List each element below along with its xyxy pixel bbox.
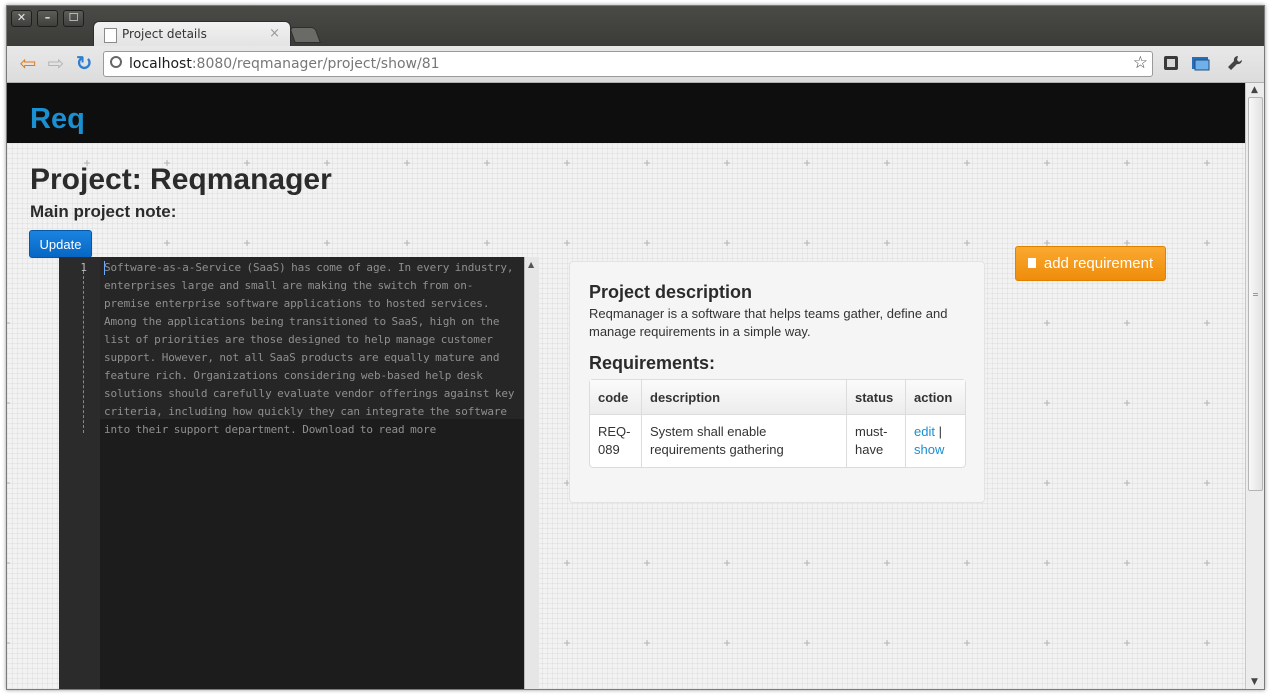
tab-title: Project details [122, 27, 207, 41]
action-separator: | [938, 424, 942, 439]
bookmark-star-icon[interactable]: ☆ [1133, 53, 1148, 73]
back-icon[interactable]: ⇦ [17, 52, 39, 74]
column-header-action: action [905, 380, 965, 415]
editor-content[interactable]: Software-as-a-Service (SaaS) has come of… [104, 259, 516, 439]
update-button[interactable]: Update [29, 230, 92, 258]
note-code-editor[interactable]: 1 Software-as-a-Service (SaaS) has come … [59, 257, 539, 689]
grip-icon [1253, 293, 1258, 296]
column-header-code: code [590, 380, 641, 415]
editor-text-area[interactable]: Software-as-a-Service (SaaS) has come of… [100, 257, 524, 689]
top-navbar: Req [7, 83, 1245, 143]
add-requirement-button[interactable]: add requirement [1015, 246, 1166, 281]
browser-window: ✕ – ☐ Project details × ⇦ ⇨ ↻ localhost:… [6, 5, 1265, 690]
table-header-row: code description status action [590, 380, 965, 415]
reload-icon[interactable]: ↻ [73, 52, 95, 74]
scroll-up-arrow-icon[interactable]: ▲ [1251, 85, 1258, 95]
column-header-status: status [846, 380, 905, 415]
document-icon [104, 28, 117, 43]
address-bar[interactable]: localhost:8080/reqmanager/project/show/8… [103, 51, 1153, 77]
requirement-code: REQ-089 [598, 424, 631, 457]
scroll-up-icon[interactable]: ▲ [528, 260, 534, 269]
description-heading: Project description [589, 282, 753, 302]
new-tab-button[interactable] [289, 27, 321, 43]
show-link[interactable]: show [914, 442, 944, 457]
address-url: localhost:8080/reqmanager/project/show/8… [129, 56, 440, 72]
file-icon [1027, 258, 1036, 268]
window-close-button[interactable]: ✕ [11, 10, 32, 27]
wrench-icon[interactable] [1225, 54, 1245, 74]
project-description-panel: Project description Reqmanager is a soft… [569, 261, 985, 503]
brand-link[interactable]: Req [30, 103, 85, 136]
main-note-heading: Main project note: [30, 202, 177, 221]
requirement-description: System shall enable requirements gatheri… [641, 415, 846, 467]
page-title: Project: Reqmanager [30, 163, 332, 196]
scroll-down-arrow-icon[interactable]: ▼ [1251, 677, 1258, 687]
title-bar: ✕ – ☐ Project details × [7, 6, 1264, 48]
requirements-heading: Requirements: [589, 353, 716, 373]
column-header-description: description [641, 380, 846, 415]
window-minimize-button[interactable]: – [37, 10, 58, 27]
description-text: Reqmanager is a software that helps team… [589, 306, 948, 339]
tab-close-icon[interactable]: × [269, 26, 280, 41]
page-viewport: Req Project: Reqmanager Main project not… [7, 83, 1245, 689]
requirements-table: code description status action REQ-089 S… [589, 379, 966, 468]
extension-icon[interactable] [1161, 54, 1181, 74]
window-maximize-button[interactable]: ☐ [63, 10, 84, 27]
browser-toolbar: ⇦ ⇨ ↻ localhost:8080/reqmanager/project/… [7, 46, 1264, 83]
requirement-actions: edit | show [905, 415, 965, 467]
forward-icon[interactable]: ⇨ [45, 52, 67, 74]
screenshot-extension-icon[interactable] [1191, 54, 1211, 74]
scrollbar-thumb[interactable] [1248, 97, 1263, 491]
page-scrollbar[interactable]: ▲ ▼ [1245, 83, 1264, 689]
editor-scrollbar[interactable]: ▲ [524, 257, 539, 689]
fold-guide [83, 271, 84, 433]
table-row: REQ-089 System shall enable requirements… [590, 415, 965, 467]
edit-link[interactable]: edit [914, 424, 935, 439]
editor-gutter: 1 [59, 257, 100, 689]
requirement-status: must-have [846, 415, 905, 467]
add-requirement-label: add requirement [1043, 255, 1154, 272]
page-info-icon[interactable] [110, 56, 122, 68]
browser-tab[interactable]: Project details × [93, 21, 291, 48]
